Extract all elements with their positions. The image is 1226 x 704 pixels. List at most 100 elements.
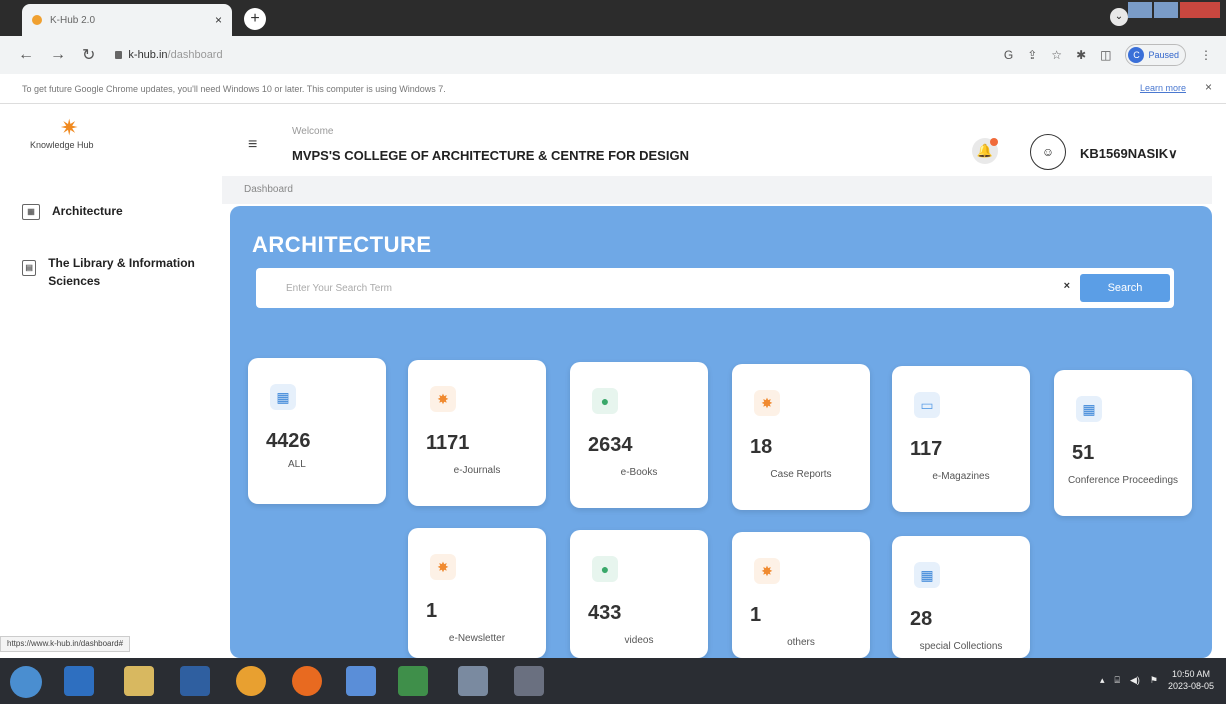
file-explorer-icon[interactable] [124,666,154,696]
lock-icon [115,51,123,59]
search-bar: × Search [256,268,1174,308]
tab-search-chevron-icon[interactable]: ⌄ [1110,8,1128,26]
notification-dot [990,138,998,146]
card-others[interactable]: ✸ 1 others [732,532,870,658]
logo-text: Knowledge Hub [30,140,94,150]
person-icon: ● [592,388,618,414]
browser-tab[interactable]: K-Hub 2.0 × [22,4,232,36]
card-label: e-Journals [453,465,501,476]
breadcrumb: Dashboard [222,176,1212,204]
side-panel-icon[interactable]: ◫ [1100,48,1111,62]
reload-icon[interactable]: ↻ [82,45,95,65]
tab-close-button[interactable]: × [215,13,222,27]
url-domain: k-hub.in [128,49,168,61]
extensions-puzzle-icon[interactable]: ✱ [1076,48,1086,62]
clock-time: 10:50 AM [1171,669,1210,679]
paint-icon[interactable] [514,666,544,696]
start-button-icon[interactable] [10,666,42,698]
card-label: Case Reports [770,469,832,480]
share-icon[interactable]: ⇪ [1027,48,1037,62]
card-special-collections[interactable]: ▦ 28 special Collections [892,536,1030,658]
chrome-active-icon[interactable] [458,666,488,696]
url-path: /dashboard [167,49,223,61]
url-field[interactable]: k-hub.in /dashboard [115,49,223,61]
card-label: special Collections [919,641,1003,652]
clock[interactable]: 10:50 AM 2023-08-05 [1168,668,1214,692]
address-bar: ← → ↻ k-hub.in /dashboard G ⇪ ☆ ✱ ◫ C Pa… [0,36,1226,74]
flag-icon[interactable]: ⚑ [1150,675,1158,686]
card-conference-proceedings[interactable]: ▦ 51 Conference Proceedings [1054,370,1192,516]
card-videos[interactable]: ● 433 videos [570,530,708,658]
book-icon: ▭ [914,392,940,418]
card-label: videos [624,635,654,646]
status-url-tooltip: https://www.k-hub.in/dashboard# [0,636,131,652]
card-e-journals[interactable]: ✸ 1171 e-Journals [408,360,546,506]
user-menu[interactable]: KB1569NASIK∨ [1080,146,1178,162]
card-count: 433 [588,602,622,624]
app-sidebar: ✷ Knowledge Hub ▦ Architecture ▤ The Lib… [0,104,212,624]
knowledge-hub-logo[interactable]: ✷ Knowledge Hub [30,115,120,158]
card-e-magazines[interactable]: ▭ 117 e-Magazines [892,366,1030,512]
bookmark-star-icon[interactable]: ☆ [1051,48,1062,62]
card-count: 28 [910,608,933,630]
sidebar-item-label: Architecture [52,204,123,218]
grid-icon: ▦ [270,384,296,410]
bulb-icon: ✸ [430,386,456,412]
windows-taskbar: ▴ ⌸ ◀) ⚑ 10:50 AM 2023-08-05 [0,658,1226,704]
sun-logo-icon: ✷ [60,115,79,140]
card-e-books[interactable]: ● 2634 e-Books [570,362,708,508]
card-label: e-Newsletter [448,633,506,644]
breadcrumb-dashboard[interactable]: Dashboard [244,184,293,195]
tray-arrow-icon[interactable]: ▴ [1100,675,1105,686]
app-icon[interactable] [346,666,376,696]
update-infobar: To get future Google Chrome updates, you… [0,74,1226,104]
chrome-icon[interactable] [236,666,266,696]
username: KB1569NASIK [1080,146,1169,161]
profile-status: Paused [1148,50,1179,60]
excel-icon[interactable] [398,666,428,696]
user-avatar[interactable]: ☺ [1030,134,1066,170]
card-label: others [787,637,815,648]
clear-search-icon[interactable]: × [1064,280,1070,292]
card-all[interactable]: ▦ 4426 ALL [248,358,386,504]
maximize-button[interactable] [1154,2,1178,18]
site-favicon-icon [32,15,42,25]
sidebar-item-library-sciences[interactable]: ▤ The Library & Information Sciences [22,254,202,290]
sidebar-item-label: The Library & Information Sciences [48,256,195,288]
profile-avatar: C [1128,47,1145,63]
library-icon: ▤ [22,260,37,276]
volume-icon[interactable]: ◀) [1130,675,1140,686]
back-arrow-icon[interactable]: ← [18,46,34,64]
notification-bell-icon[interactable]: 🔔 [972,138,998,164]
sidebar-item-architecture[interactable]: ▦ Architecture [22,204,123,220]
internet-explorer-icon[interactable] [64,666,94,696]
firefox-icon[interactable] [292,666,322,696]
card-count: 1171 [426,432,470,454]
search-input[interactable] [286,278,986,298]
bulb-icon: ✸ [430,554,456,580]
card-count: 117 [910,438,943,460]
menu-toggle-icon[interactable]: ≡ [248,136,257,154]
card-case-reports[interactable]: ✸ 18 Case Reports [732,364,870,510]
architecture-icon: ▦ [22,204,40,220]
card-label: e-Magazines [932,471,990,482]
profile-button[interactable]: C Paused [1125,44,1186,66]
browser-menu-icon[interactable]: ⋮ [1200,48,1212,62]
card-count: 2634 [588,434,633,456]
welcome-text: Welcome [292,126,334,137]
infobar-close-button[interactable]: × [1205,80,1212,94]
person-icon: ● [592,556,618,582]
google-lens-icon[interactable]: G [1004,48,1013,62]
media-player-icon[interactable] [180,666,210,696]
network-icon[interactable]: ⌸ [1115,675,1120,686]
bulb-icon: ✸ [754,390,780,416]
bulb-icon: ✸ [754,558,780,584]
forward-arrow-icon[interactable]: → [50,46,66,64]
minimize-button[interactable] [1128,2,1152,18]
search-button[interactable]: Search [1080,274,1170,302]
card-label: ALL [288,459,306,470]
card-e-newsletter[interactable]: ✸ 1 e-Newsletter [408,528,546,658]
learn-more-link[interactable]: Learn more [1140,83,1186,93]
new-tab-button[interactable]: + [244,8,266,30]
window-close-button[interactable] [1180,2,1220,18]
